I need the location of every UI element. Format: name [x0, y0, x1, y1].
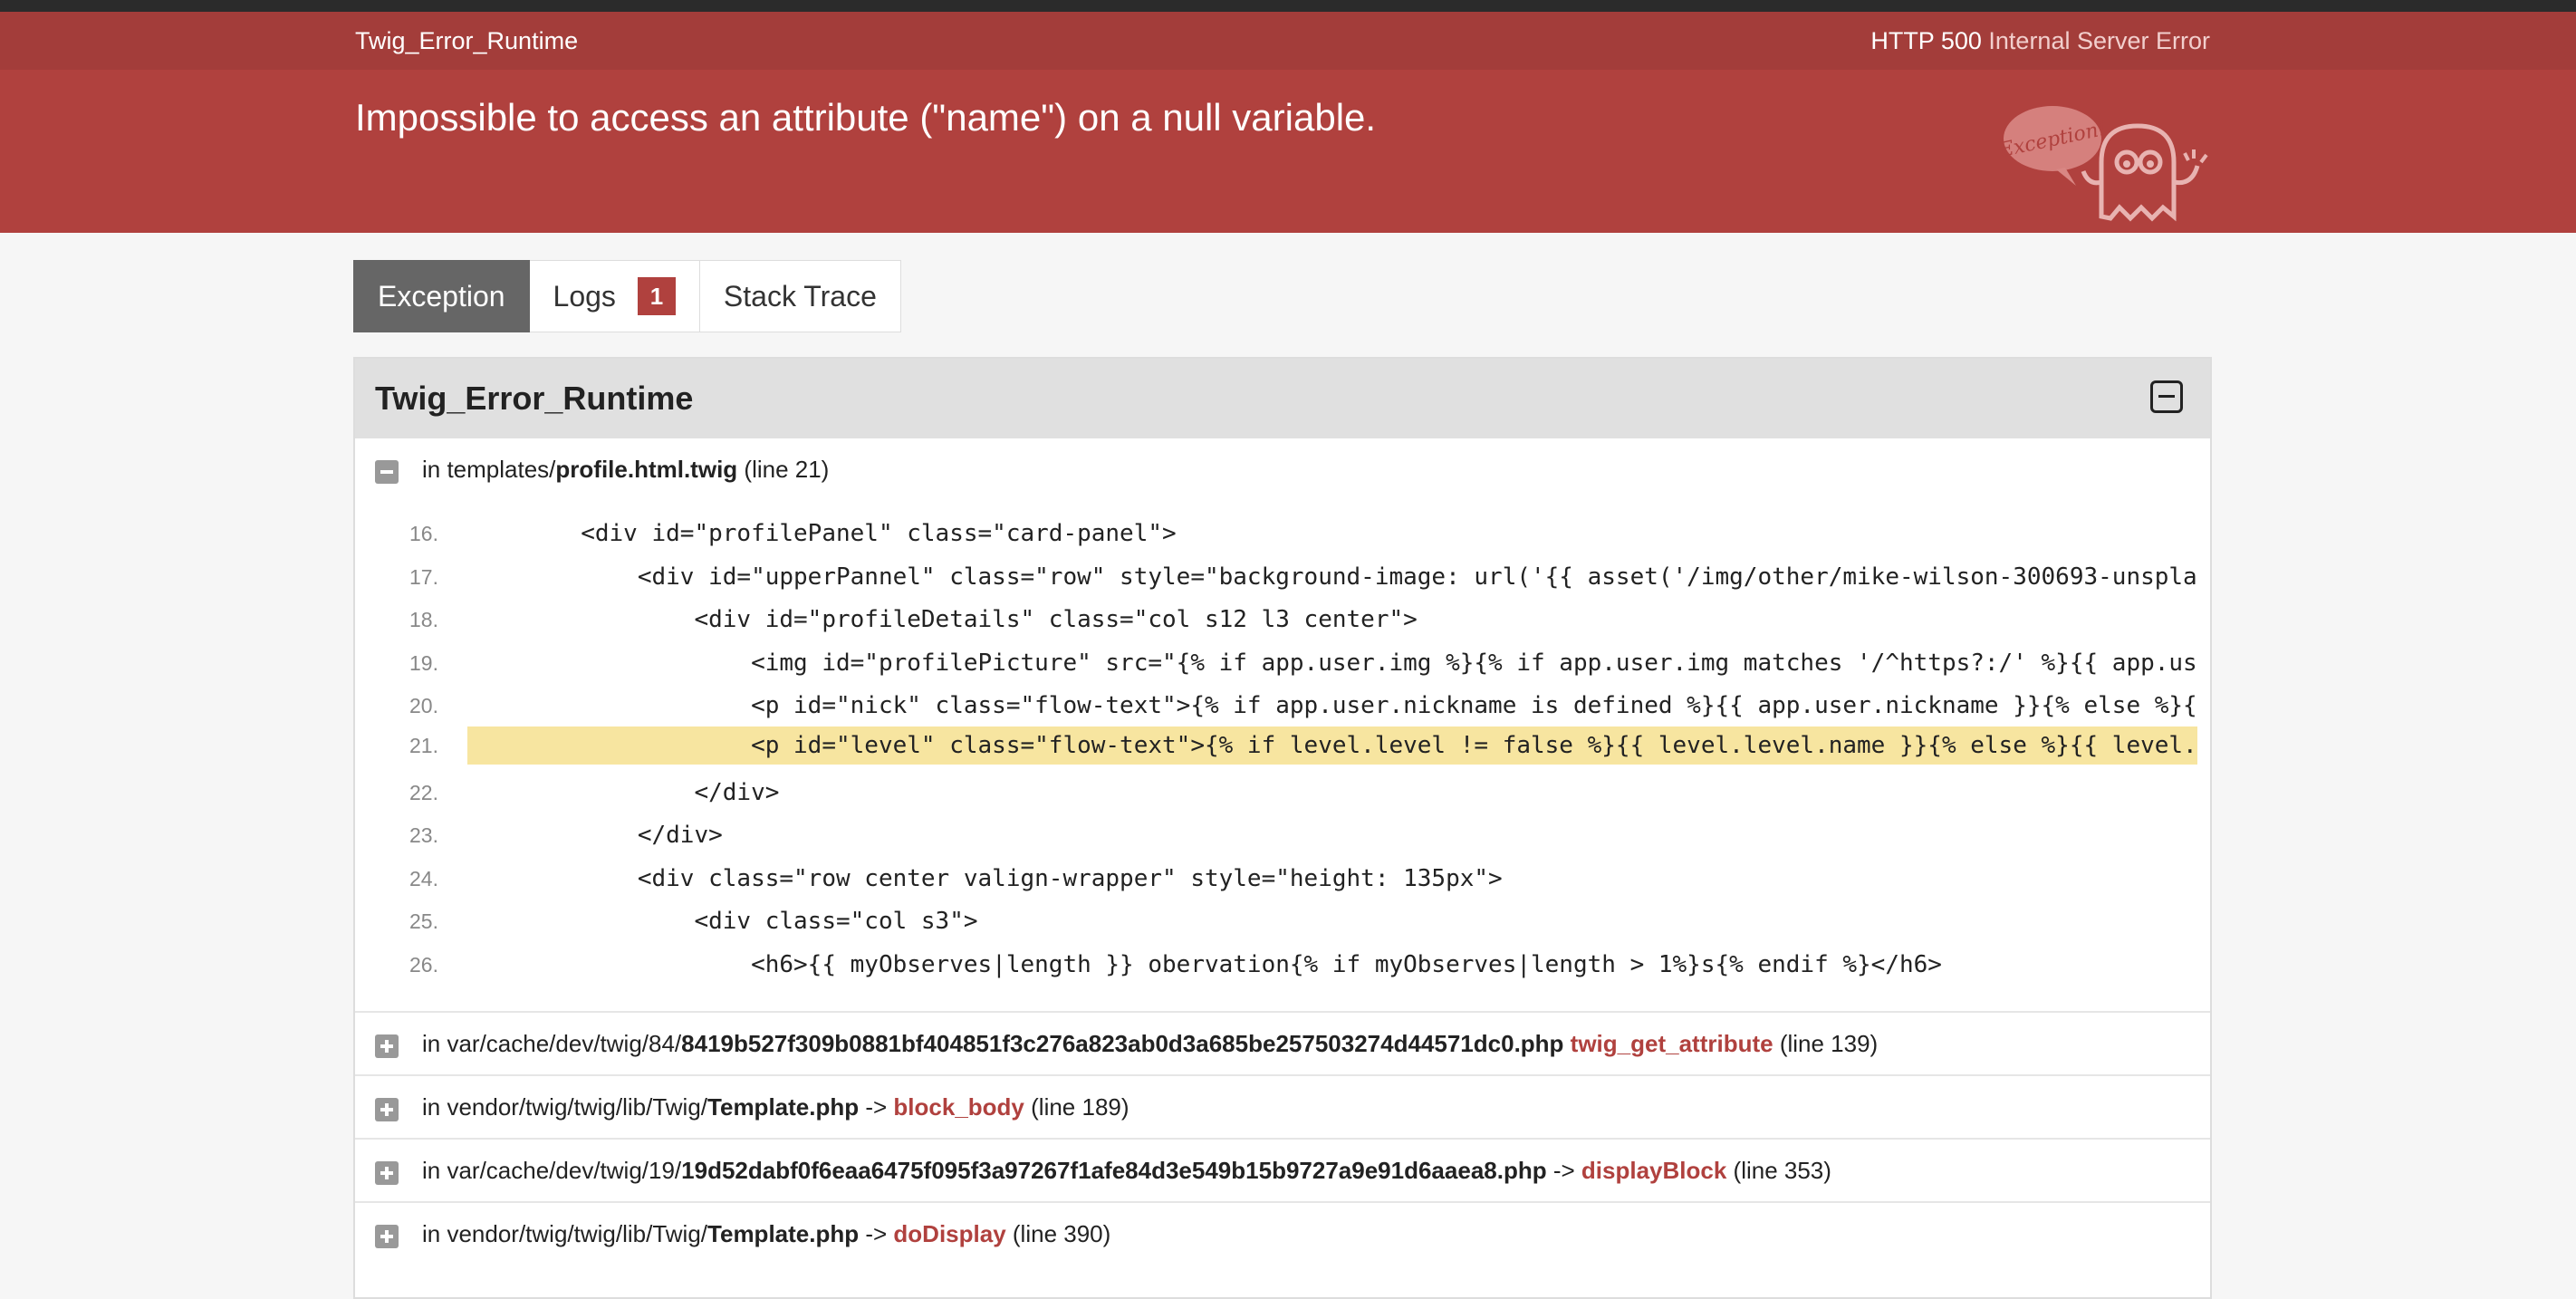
ghost-mascot-icon: Exception! [2002, 106, 2208, 222]
trace-function: block_body [893, 1093, 1024, 1121]
line-number: 16. [409, 522, 438, 545]
tab-exception-label: Exception [378, 280, 505, 313]
code-line: 26. <h6>{{ myObserves|length }} obervati… [355, 946, 2194, 984]
expand-trace-icon[interactable] [375, 1098, 399, 1121]
trace-file: Template.php [707, 1220, 860, 1247]
code-line: 20. <p id="nick" class="flow-text">{% if… [355, 687, 2197, 725]
trace-function: twig_get_attribute [1570, 1030, 1773, 1057]
code-text: <div id="profilePanel" class="card-panel… [467, 520, 1177, 547]
trace-row: in vendor/twig/twig/lib/Twig/Template.ph… [355, 1074, 2210, 1138]
tab-logs[interactable]: Logs 1 [529, 260, 700, 332]
trace-line: (line 353) [1726, 1157, 1831, 1184]
trace-function: doDisplay [893, 1220, 1006, 1247]
status-text: Internal Server Error [1988, 27, 2210, 54]
error-header: Twig_Error_Runtime HTTP 500 Internal Ser… [0, 12, 2576, 233]
error-class-label: Twig_Error_Runtime [355, 27, 579, 54]
code-text: <div class="col s3"> [467, 908, 978, 936]
http-status: HTTP 500 Internal Server Error [1870, 26, 2210, 55]
code-line: 16. <div id="profilePanel" class="card-p… [355, 515, 2194, 553]
trace-path-prefix: in templates/ [422, 456, 556, 483]
line-number: 19. [409, 650, 438, 675]
code-line: 24. <div class="row center valign-wrappe… [355, 860, 2194, 898]
code-line: 25. <div class="col s3"> [355, 902, 2194, 940]
trace-list: in var/cache/dev/twig/84/8419b527f309b08… [355, 1011, 2210, 1265]
trace-function: displayBlock [1581, 1157, 1727, 1184]
code-text: </div> [467, 822, 723, 850]
code-text: <div id="profileDetails" class="col s12 … [467, 606, 1418, 634]
trace-row: in var/cache/dev/twig/19/19d52dabf0f6eaa… [355, 1138, 2210, 1201]
line-number: 22. [409, 780, 438, 804]
window-top-strip [0, 0, 2576, 12]
trace-file: 19d52dabf0f6eaa6475f095f3a97267f1afe84d3… [681, 1157, 1547, 1184]
trace-location: in vendor/twig/twig/lib/Twig/Template.ph… [422, 1203, 1110, 1265]
trace-location: in var/cache/dev/twig/84/8419b527f309b08… [422, 1013, 1878, 1074]
code-excerpt: 16. <div id="profilePanel" class="card-p… [355, 498, 2210, 1011]
trace-line: (line 390) [1005, 1220, 1111, 1247]
trace-line: (line 21) [744, 456, 830, 483]
line-number: 25. [409, 909, 438, 934]
status-code: HTTP 500 [1870, 27, 1982, 54]
trace-row: in var/cache/dev/twig/84/8419b527f309b08… [355, 1011, 2210, 1074]
panel-title: Twig_Error_Runtime [375, 380, 694, 417]
trace-line: (line 139) [1773, 1030, 1879, 1057]
code-line: 18. <div id="profileDetails" class="col … [355, 601, 2194, 639]
trace-separator [1563, 1030, 1570, 1057]
code-line: 19. <img id="profilePicture" src="{% if … [355, 644, 2197, 682]
tab-bar: Exception Logs 1 Stack Trace [353, 260, 901, 332]
logs-count-badge: 1 [637, 277, 676, 315]
trace-file: profile.html.twig [555, 456, 738, 483]
line-number: 17. [409, 564, 438, 589]
code-text: </div> [467, 778, 780, 806]
trace-separator: -> [1546, 1157, 1581, 1184]
trace-line: (line 189) [1024, 1093, 1129, 1121]
tab-stack-trace-label: Stack Trace [723, 280, 877, 313]
exception-message: Impossible to access an attribute ("name… [355, 96, 1377, 139]
expand-trace-icon[interactable] [375, 1161, 399, 1185]
line-number: 18. [409, 608, 438, 632]
trace-path-prefix: in var/cache/dev/twig/19/ [422, 1157, 682, 1184]
code-text: <img id="profilePicture" src="{% if app.… [751, 649, 2197, 677]
expand-trace-icon[interactable] [375, 1034, 399, 1058]
trace-file: 8419b527f309b0881bf404851f3c276a823ab0d3… [681, 1030, 1564, 1057]
code-text: <div class="row center valign-wrapper" s… [467, 864, 1503, 892]
trace-separator: -> [859, 1220, 894, 1247]
line-number: 23. [409, 823, 438, 848]
line-number: 24. [409, 866, 438, 890]
trace-path-prefix: in vendor/twig/twig/lib/Twig/ [422, 1093, 708, 1121]
code-text: <p id="level" class="flow-text">{% if le… [467, 726, 2197, 765]
code-line: 22. </div> [355, 774, 2194, 812]
trace-row-template: in templates/profile.html.twig (line 21) [355, 438, 2210, 498]
trace-location: in vendor/twig/twig/lib/Twig/Template.ph… [422, 1076, 1129, 1138]
trace-path-prefix: in vendor/twig/twig/lib/Twig/ [422, 1220, 708, 1247]
exception-panel: Twig_Error_Runtime in templates/profile.… [353, 357, 2212, 1299]
code-text: <h6>{{ myObserves|length }} obervation{%… [467, 951, 1942, 978]
collapse-panel-button[interactable] [2150, 380, 2183, 413]
trace-location: in var/cache/dev/twig/19/19d52dabf0f6eaa… [422, 1140, 1831, 1201]
code-text: <p id="nick" class="flow-text">{% if app… [751, 692, 2197, 720]
code-line: 23. </div> [355, 816, 2194, 854]
line-number: 20. [409, 694, 438, 718]
panel-header: Twig_Error_Runtime [355, 359, 2210, 438]
tab-logs-label: Logs [553, 280, 616, 313]
collapse-trace-icon[interactable] [375, 460, 399, 484]
trace-file: Template.php [707, 1093, 860, 1121]
line-number: 26. [409, 953, 438, 977]
line-number: 21. [409, 734, 438, 757]
tab-exception[interactable]: Exception [353, 260, 530, 332]
trace-separator: -> [859, 1093, 894, 1121]
trace-row: in vendor/twig/twig/lib/Twig/Template.ph… [355, 1201, 2210, 1265]
code-line-highlighted: 21. <p id="level" class="flow-text">{% i… [355, 726, 2197, 765]
trace-path-prefix: in var/cache/dev/twig/84/ [422, 1030, 682, 1057]
expand-trace-icon[interactable] [375, 1225, 399, 1248]
tab-stack-trace[interactable]: Stack Trace [699, 260, 901, 332]
code-line: 17. <div id="upperPannel" class="row" st… [355, 558, 2197, 596]
code-text: <div id="upperPannel" class="row" style=… [637, 563, 2197, 591]
trace-location: in templates/profile.html.twig (line 21) [422, 438, 829, 500]
